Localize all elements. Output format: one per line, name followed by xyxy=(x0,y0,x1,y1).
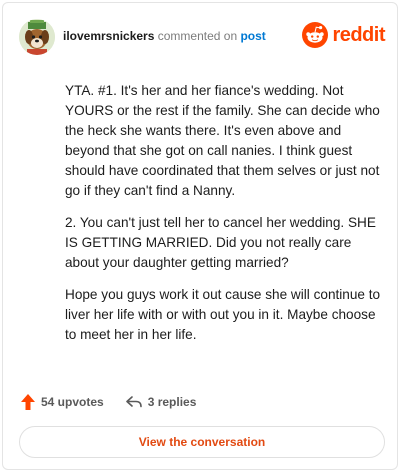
comment-byline: ilovemrsnickers commented on post xyxy=(63,28,266,44)
comment-header: ilovemrsnickers commented on post reddit xyxy=(19,19,385,55)
comment-paragraph: YTA. #1. It's her and her fiance's weddi… xyxy=(65,83,380,198)
username-link[interactable]: ilovemrsnickers xyxy=(63,29,154,43)
action-text: commented on xyxy=(157,29,238,43)
upvote-arrow-icon xyxy=(21,394,35,410)
user-avatar[interactable] xyxy=(19,19,55,55)
comment-actions: 54 upvotes 3 replies xyxy=(21,392,218,412)
comment-body: YTA. #1. It's her and her fiance's weddi… xyxy=(65,81,387,357)
reddit-snoo-icon xyxy=(302,22,329,48)
reddit-logo[interactable]: reddit xyxy=(302,22,385,48)
reddit-wordmark: reddit xyxy=(332,24,385,46)
comment-paragraph: Hope you guys work it out cause she will… xyxy=(65,287,381,342)
reply-count: 3 replies xyxy=(147,395,197,409)
comment-paragraph: 2. You can't just tell her to cancel her… xyxy=(65,215,376,270)
comment-card: ilovemrsnickers commented on post reddit… xyxy=(2,2,398,470)
view-conversation-label: View the conversation xyxy=(138,435,266,449)
replies-button[interactable]: 3 replies xyxy=(125,395,197,409)
view-conversation-button[interactable]: View the conversation xyxy=(19,426,385,458)
avatar-image xyxy=(19,19,55,55)
upvote-count: 54 upvotes xyxy=(41,395,104,409)
post-link[interactable]: post xyxy=(240,29,265,43)
reply-arrow-icon xyxy=(125,396,142,408)
upvote-button[interactable]: 54 upvotes xyxy=(21,394,104,410)
